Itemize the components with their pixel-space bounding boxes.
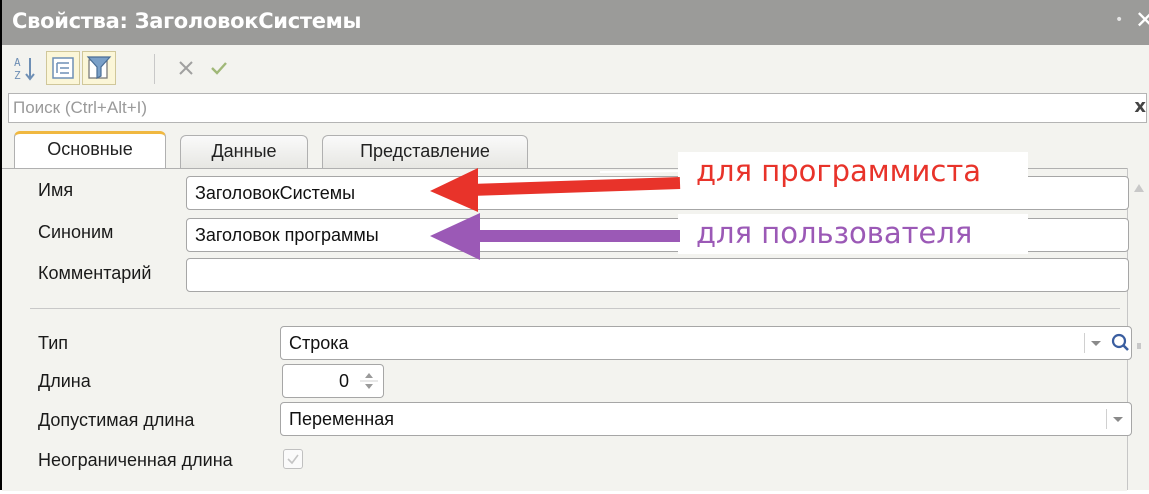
type-select-button[interactable] bbox=[1109, 331, 1131, 351]
pin-icon[interactable]: • bbox=[1115, 12, 1123, 28]
chevron-down-icon bbox=[1113, 417, 1123, 422]
type-field[interactable] bbox=[280, 326, 1132, 360]
comment-input[interactable] bbox=[187, 259, 1128, 291]
spinner-arrows-icon bbox=[360, 373, 378, 389]
tab-main[interactable]: Основные bbox=[14, 131, 166, 170]
allowed-length-field[interactable] bbox=[280, 402, 1132, 436]
sort-alpha-button[interactable]: A Z bbox=[8, 51, 42, 85]
length-field[interactable] bbox=[282, 364, 358, 398]
checkmark-icon bbox=[211, 62, 227, 75]
type-label: Тип bbox=[38, 333, 69, 353]
window-title: Свойства: ЗаголовокСистемы bbox=[12, 9, 362, 33]
search-box: x bbox=[8, 93, 1147, 123]
tab-presentation[interactable]: Представление bbox=[322, 135, 528, 169]
section-divider bbox=[30, 308, 1120, 309]
search-icon bbox=[1111, 333, 1129, 351]
categorize-button[interactable] bbox=[46, 51, 80, 85]
chevron-down-icon bbox=[1091, 341, 1101, 346]
toolbar-separator bbox=[154, 54, 155, 84]
checkmark-icon bbox=[287, 454, 299, 465]
search-input[interactable] bbox=[9, 94, 1137, 122]
annotation-programmer: для программиста bbox=[696, 154, 981, 188]
synonym-label: Синоним bbox=[38, 222, 114, 242]
name-label: Имя bbox=[38, 180, 74, 200]
search-row: x bbox=[2, 92, 1149, 127]
length-label: Длина bbox=[38, 371, 91, 391]
annotation-user: для пользователя bbox=[696, 216, 973, 250]
allowed-length-dropdown-button[interactable] bbox=[1106, 409, 1129, 429]
unlimited-length-checkbox[interactable] bbox=[283, 449, 303, 469]
length-spinner[interactable] bbox=[356, 364, 384, 398]
filter-button[interactable] bbox=[82, 51, 116, 85]
sort-alpha-icon: A Z bbox=[14, 56, 35, 82]
allowed-length-input[interactable] bbox=[281, 403, 1131, 435]
comment-label: Комментарий bbox=[38, 263, 152, 283]
title-bar: Свойства: ЗаголовокСистемы • ✕ bbox=[2, 0, 1149, 45]
svg-text:A: A bbox=[14, 56, 21, 69]
length-input[interactable] bbox=[283, 365, 357, 397]
svg-text:Z: Z bbox=[14, 69, 21, 82]
unlimited-length-label: Неограниченная длина bbox=[38, 450, 233, 470]
tab-data[interactable]: Данные bbox=[180, 135, 308, 169]
type-input[interactable] bbox=[281, 327, 1131, 359]
toolbar: A Z bbox=[2, 45, 1149, 92]
apply-button[interactable] bbox=[202, 51, 236, 85]
cancel-icon bbox=[179, 61, 193, 75]
comment-field[interactable] bbox=[186, 258, 1129, 292]
filter-icon bbox=[86, 56, 112, 79]
type-dropdown-button[interactable] bbox=[1084, 333, 1107, 353]
categorize-icon bbox=[52, 57, 74, 79]
allowed-length-label: Допустимая длина bbox=[38, 410, 195, 430]
close-icon[interactable]: ✕ bbox=[1135, 6, 1149, 34]
clear-search-icon[interactable]: x bbox=[1134, 96, 1146, 117]
cancel-button[interactable] bbox=[170, 51, 204, 85]
